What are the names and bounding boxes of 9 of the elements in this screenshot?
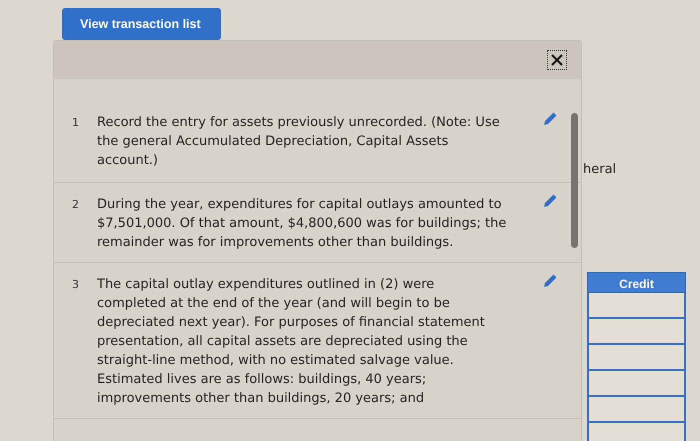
transaction-text: The capital outlay expenditures outlined in (2) were completed at the end of the year (and will begin to be depreciated next year). For purposes of financial statement presentation, all capital assets are depreciated using the straight-line method, with no estimated salvage value. Estimated lives are as follows: buildings, 40 years; improvements other than buildings, 20 years; and [97, 276, 486, 408]
row-number: 1 [72, 115, 80, 131]
transaction-text: During the year, expenditures for capital outlays amounted to $7,501,000. Of that amount, $4,800,600 was for buildings; the remainder was for improvements other than buildings. [97, 196, 507, 252]
transaction-list-button[interactable]: View transaction list [62, 8, 221, 40]
row-number: 3 [72, 277, 80, 293]
row-number: 2 [72, 197, 80, 213]
column-header: Credit [587, 272, 686, 292]
partial-label: heral [583, 161, 618, 179]
transaction-text: Record the entry for assets previously unrecorded. (Note: Use the general Accumulated Depreciation, Capital Assets account.) [97, 114, 501, 170]
